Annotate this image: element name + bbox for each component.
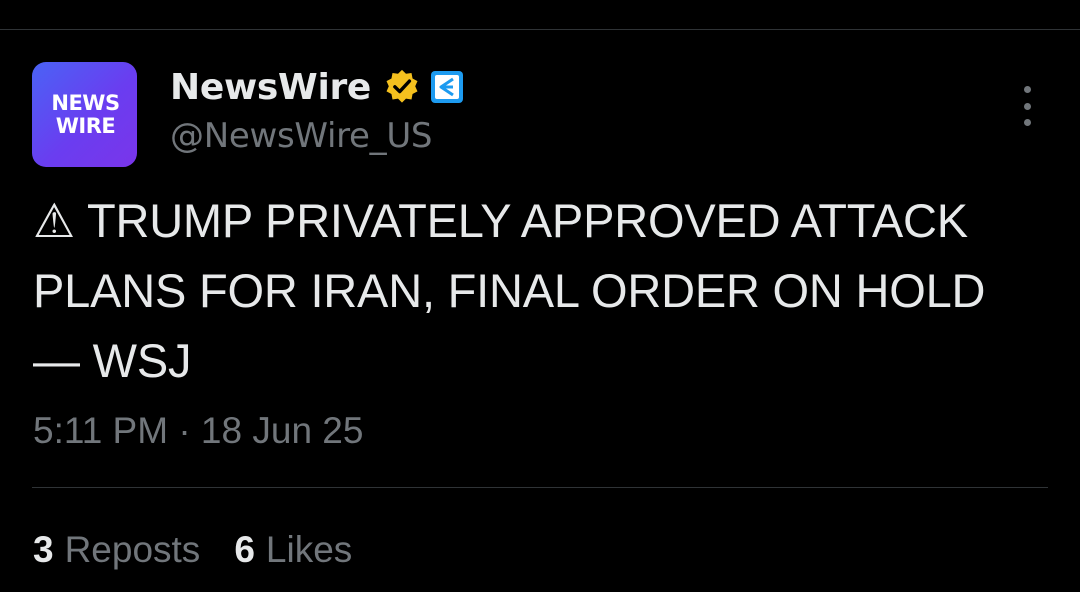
more-dot [1023,86,1031,93]
likes-label: Likes [265,529,353,570]
more-options-icon[interactable] [1015,86,1039,126]
stats-divider [32,487,1048,488]
tweet-text: ⚠ TRUMP PRIVATELY APPROVED ATTACK PLANS … [33,194,986,387]
engagement-stats: 3 Reposts 6 Likes [33,524,386,576]
reposts-label: Reposts [64,529,201,570]
likes-count: 6 [234,529,255,570]
more-dot [1023,102,1031,110]
avatar-text-line-2: WIRE [55,113,116,138]
reposts-stat[interactable]: 3 Reposts [33,524,200,576]
account-handle[interactable]: @NewsWire_US [170,116,464,156]
top-divider [0,29,1080,30]
name-row: NewsWire [170,62,464,112]
verified-badge-icon[interactable] [383,68,421,106]
reposts-count: 3 [33,529,54,570]
tweet-timestamp[interactable]: 5:11 PM · 18 Jun 25 [33,406,363,456]
tweet-header: NewsWire @NewsWire_US [170,62,464,172]
more-dot [1023,119,1031,126]
likes-stat[interactable]: 6 Likes [234,524,352,576]
display-name[interactable]: NewsWire [170,67,371,108]
avatar[interactable]: NEWS WIRE [32,62,137,167]
affiliate-badge-icon[interactable] [430,70,464,104]
avatar-text-line-1: NEWS [51,90,120,115]
